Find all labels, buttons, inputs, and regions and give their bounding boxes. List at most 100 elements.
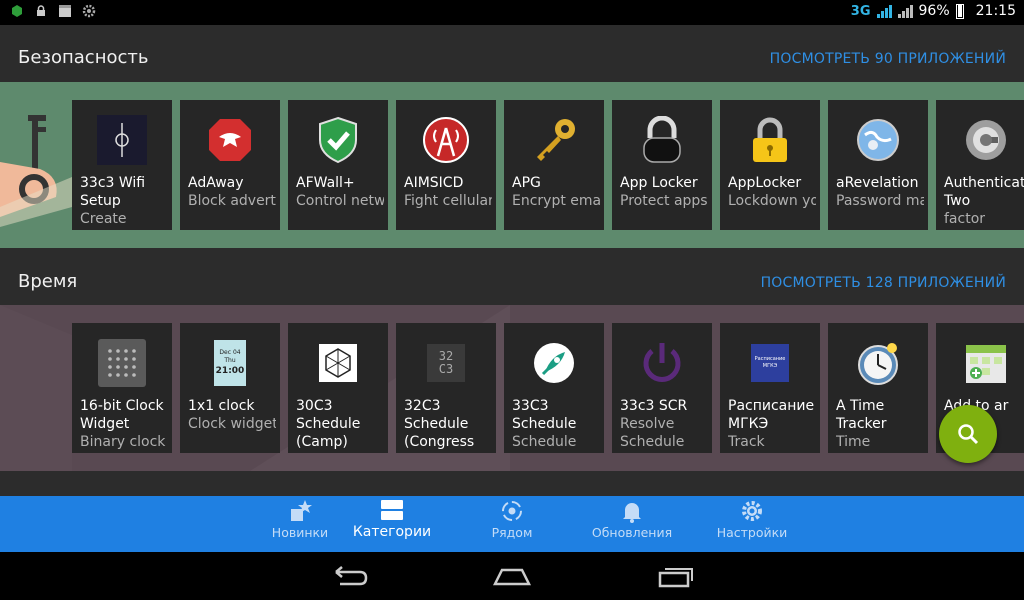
categories-icon	[381, 500, 403, 520]
nav-item-nearby[interactable]: Рядом	[447, 496, 577, 552]
app-name: Authenticator Two	[944, 175, 1024, 209]
section-header-next	[0, 471, 1024, 496]
app-card[interactable]: 30C3 Schedule (Camp)	[288, 323, 388, 453]
mgke-icon-line1: Расписание	[754, 356, 786, 362]
aimsicd-tower-icon	[421, 115, 471, 165]
app-name: AdAway	[188, 175, 244, 191]
app-name: AppLocker	[728, 175, 802, 191]
battery-icon	[955, 3, 964, 19]
app-name: AFWall+	[296, 175, 355, 191]
app-card[interactable]: APG Encrypt email and	[504, 100, 604, 230]
app-name: A Time Tracker	[836, 398, 887, 432]
recent-apps-icon[interactable]	[656, 564, 696, 588]
arevelation-globe-icon	[853, 115, 903, 165]
search-icon	[958, 424, 979, 445]
app-desc: Password manager	[836, 193, 924, 209]
afwall-shield-icon	[313, 115, 363, 165]
clock-widget-date: Dec 04	[219, 349, 241, 356]
app-desc: Lockdown your apps	[728, 193, 816, 209]
app-desc: Control network	[296, 193, 384, 209]
33c3-rocket-icon	[529, 338, 579, 388]
app-desc: Encrypt email and	[512, 193, 600, 209]
signal-2-icon	[897, 4, 913, 18]
settings-gear-icon	[82, 4, 96, 18]
app-name: 33c3 SCR	[620, 398, 688, 414]
app-desc: Resolve Schedule	[620, 416, 685, 450]
see-all-link[interactable]: ПОСМОТРЕТЬ 128 ПРИЛОЖЕНИЙ	[761, 275, 1006, 291]
clock-widget-time: 21:00	[215, 366, 245, 376]
app-card[interactable]: AIMSICD Fight cellular network	[396, 100, 496, 230]
app-name: AIMSICD	[404, 175, 464, 191]
app-desc: Create	[80, 211, 127, 227]
app-card[interactable]: Dec 04 Thu 21:00 1x1 clock Clock widget	[180, 323, 280, 453]
app-locker-padlock-icon	[637, 115, 687, 165]
adaway-icon	[205, 115, 255, 165]
app-card[interactable]: App Locker Protect apps with a	[612, 100, 712, 230]
app-list-time[interactable]: 16-bit Clock Widget Binary clock Dec 04 …	[72, 323, 1024, 453]
back-icon[interactable]	[330, 564, 370, 588]
app-desc: Track	[728, 434, 765, 450]
bottom-navigation: Новинки Категории Рядом Обновления Настр…	[0, 496, 1024, 552]
network-type: 3G	[850, 3, 871, 19]
stopwatch-icon	[853, 338, 903, 388]
app-card[interactable]: Расписание МГКЭ Расписание МГКЭ Track	[720, 323, 820, 453]
app-card[interactable]: A Time Tracker Time	[828, 323, 928, 453]
app-card[interactable]: AdAway Block advertisem	[180, 100, 280, 230]
home-icon[interactable]	[492, 564, 532, 588]
search-fab-button[interactable]	[939, 405, 997, 463]
nav-label: Категории	[352, 524, 432, 540]
app-desc: Time	[836, 434, 871, 450]
nav-item-settings[interactable]: Настройки	[687, 496, 817, 552]
section-header-time: Время ПОСМОТРЕТЬ 128 ПРИЛОЖЕНИЙ	[0, 248, 1024, 305]
applocker-padlock-icon	[745, 115, 795, 165]
wifi-setup-icon	[97, 115, 147, 165]
category-band-time[interactable]: 16-bit Clock Widget Binary clock Dec 04 …	[0, 305, 1024, 471]
app-card[interactable]: 33C3 Schedule Schedule	[504, 323, 604, 453]
app-card[interactable]: AFWall+ Control network	[288, 100, 388, 230]
app-card[interactable]: 16-bit Clock Widget Binary clock	[72, 323, 172, 453]
signal-icon	[876, 4, 892, 18]
app-card[interactable]: 33c3 SCR Resolve Schedule	[612, 323, 712, 453]
app-name: 30C3 Schedule (Camp)	[296, 398, 361, 450]
mgke-icon-line2: МГКЭ	[762, 363, 778, 369]
see-all-link[interactable]: ПОСМОТРЕТЬ 90 ПРИЛОЖЕНИЙ	[770, 51, 1006, 67]
system-navigation-bar	[0, 552, 1024, 600]
section-title: Время	[18, 271, 78, 292]
app-name: 33C3 Schedule	[512, 398, 577, 432]
category-band-security[interactable]: 33c3 Wifi Setup Create AdAway Block adve…	[0, 82, 1024, 248]
app-name: APG	[512, 175, 541, 191]
status-bar: 3G 96% 21:15	[0, 0, 1024, 25]
32c3-schedule-icon: 32 C3	[427, 344, 465, 382]
30c3-schedule-icon	[313, 338, 363, 388]
security-hex-icon	[12, 5, 22, 17]
nearby-icon	[502, 501, 522, 521]
app-card[interactable]: Authenticator Two factor	[936, 100, 1024, 230]
app-desc: Fight cellular network	[404, 193, 492, 209]
32c3-icon-line2: C3	[438, 362, 454, 376]
main-content[interactable]: Безопасность ПОСМОТРЕТЬ 90 ПРИЛОЖЕНИЙ 33…	[0, 25, 1024, 496]
apg-key-icon	[529, 115, 579, 165]
clock-widget-icon: Dec 04 Thu 21:00	[214, 340, 246, 386]
nav-label: Рядом	[491, 525, 533, 540]
app-desc: Clock widget	[188, 416, 276, 432]
authenticator-icon	[961, 115, 1011, 165]
hand-key-illustration	[0, 115, 72, 227]
nav-item-categories[interactable]: Категории	[327, 496, 457, 552]
new-star-icon	[291, 500, 312, 521]
app-desc: Protect apps with a	[620, 193, 708, 209]
bell-icon	[623, 503, 641, 523]
app-card[interactable]: 32 C3 32C3 Schedule (Congress	[396, 323, 496, 453]
nav-label: Настройки	[716, 525, 788, 540]
app-name: aRevelation	[836, 175, 919, 191]
app-desc: Block advertisem	[188, 193, 276, 209]
add-to-calendar-icon	[961, 338, 1011, 388]
gear-icon	[742, 501, 762, 521]
app-name: 33c3 Wifi Setup	[80, 175, 146, 209]
app-card[interactable]: AppLocker Lockdown your apps	[720, 100, 820, 230]
nav-item-updates[interactable]: Обновления	[567, 496, 697, 552]
app-list-security[interactable]: 33c3 Wifi Setup Create AdAway Block adve…	[72, 100, 1024, 230]
app-name: App Locker	[620, 175, 698, 191]
battery-percent: 96%	[918, 3, 950, 19]
app-card[interactable]: aRevelation Password manager	[828, 100, 928, 230]
app-card[interactable]: 33c3 Wifi Setup Create	[72, 100, 172, 230]
